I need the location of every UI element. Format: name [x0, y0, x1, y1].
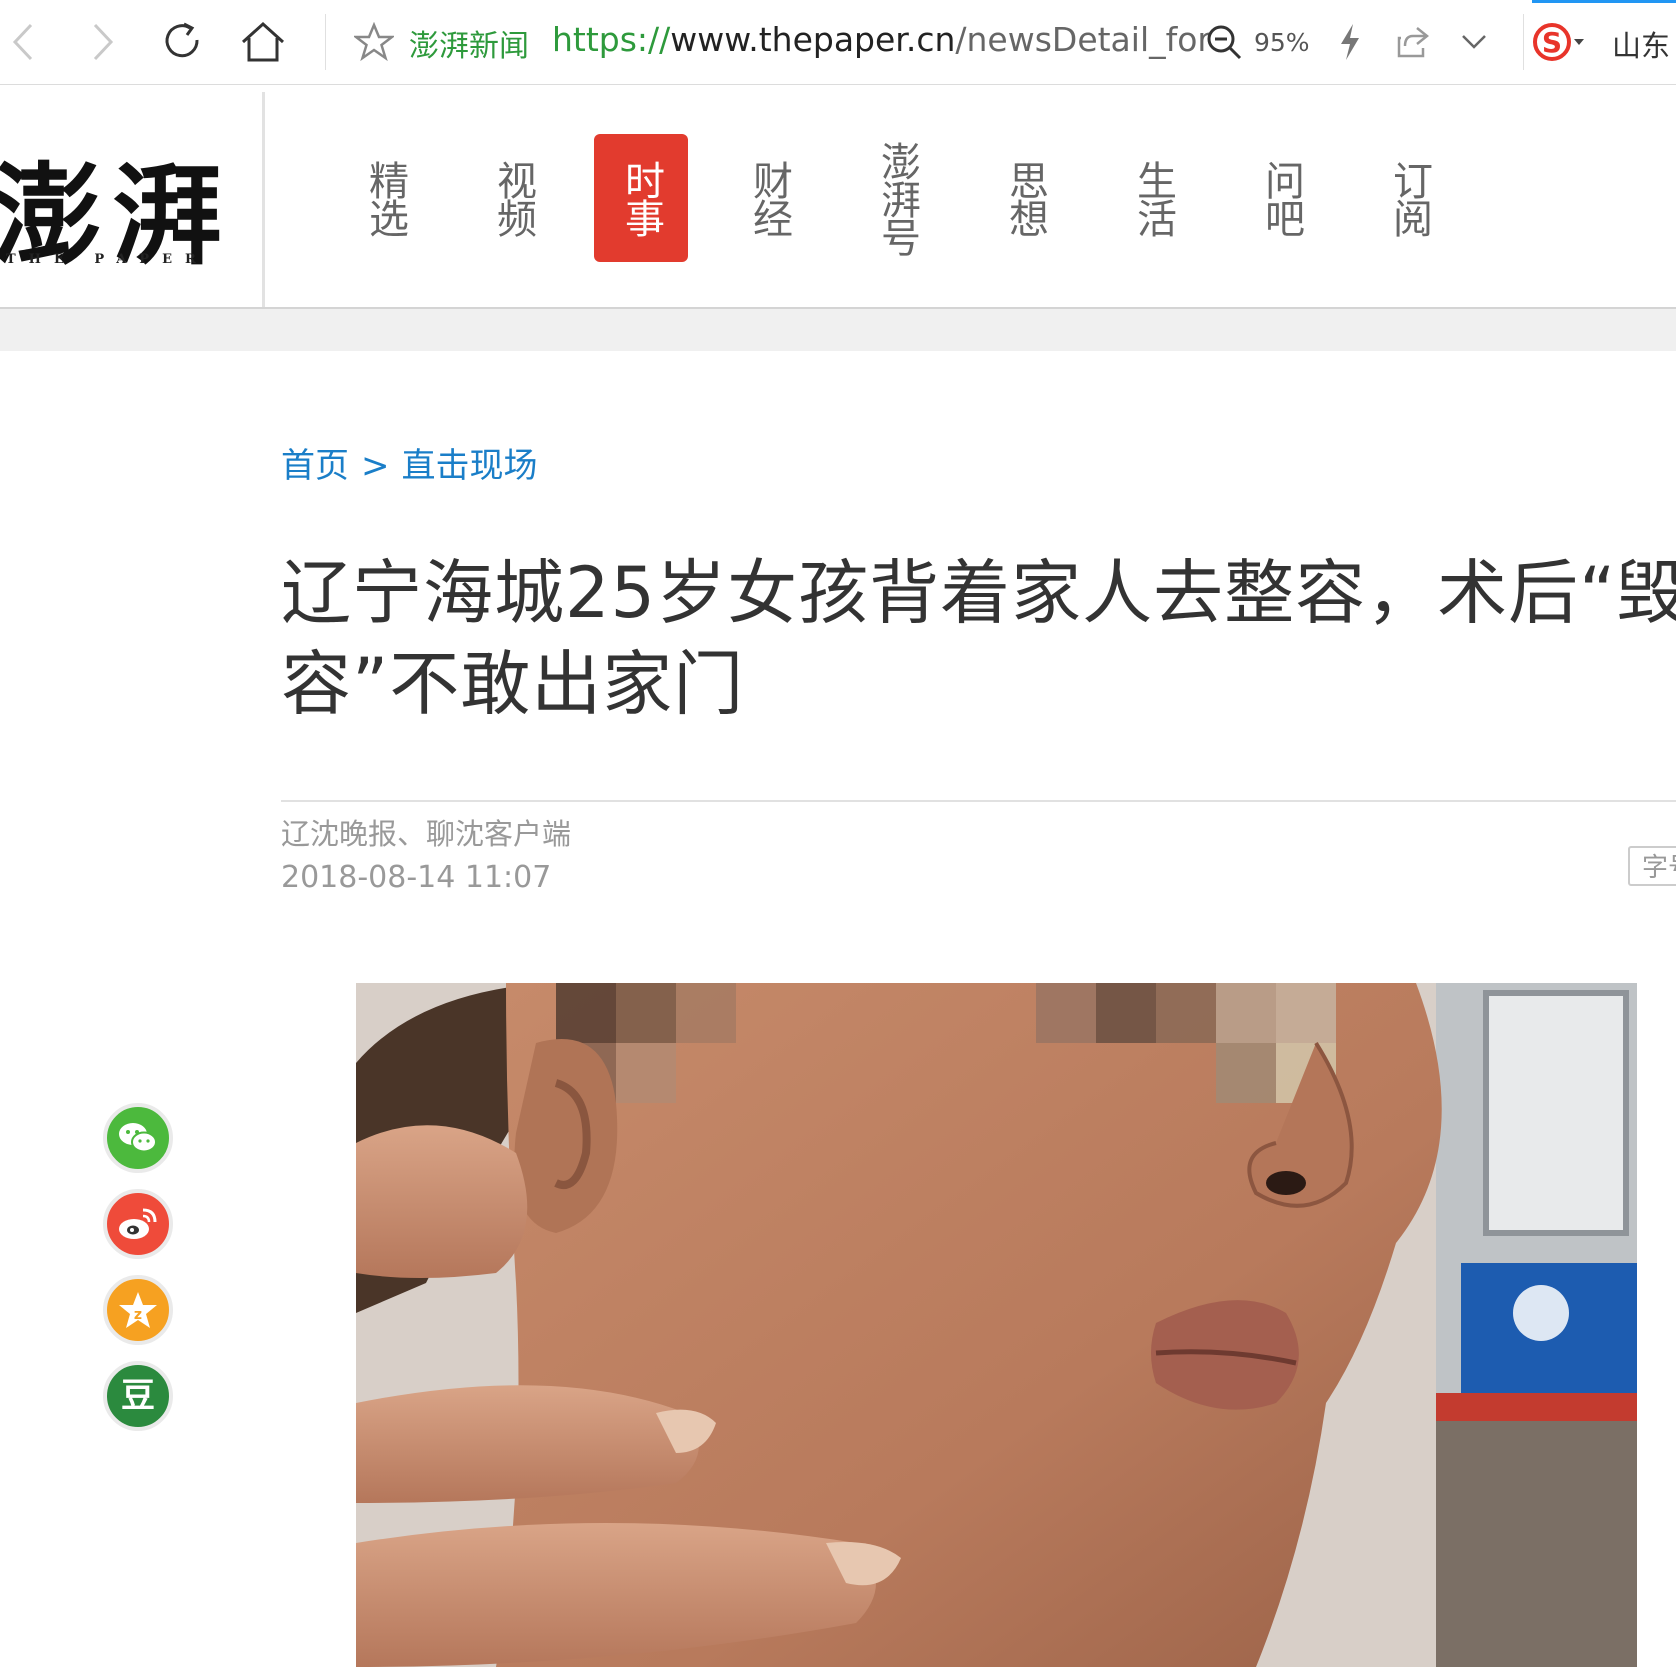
breadcrumb-section-link[interactable]: 直击现场 — [402, 446, 538, 486]
breadcrumb-separator: > — [361, 446, 390, 486]
douban-glyph: 豆 — [121, 1376, 155, 1416]
article-title: 辽宁海城25岁女孩背着家人去整容，术后“毁容”不敢出家门 — [281, 552, 1676, 725]
douban-icon[interactable]: 豆 — [103, 1361, 173, 1431]
nav-item-current-affairs[interactable]: 时事 — [594, 134, 688, 262]
address-site-name[interactable]: 澎湃新闻 — [409, 21, 529, 65]
title-divider — [281, 800, 1676, 802]
url-protocol: https:// — [552, 20, 671, 59]
nav-label: 订阅 — [1386, 160, 1432, 236]
svg-text:z: z — [134, 1307, 142, 1323]
nav-item-video[interactable]: 视频 — [466, 134, 560, 262]
nav-item-life[interactable]: 生活 — [1106, 134, 1200, 262]
url-host: www.thepaper.cn — [670, 20, 956, 59]
weibo-icon[interactable] — [103, 1189, 173, 1259]
breadcrumb-home-link[interactable]: 首页 — [281, 446, 349, 486]
nav-label: 视频 — [490, 160, 536, 236]
chevron-down-icon[interactable] — [1446, 14, 1502, 70]
nav-item-jingxuan[interactable]: 精选 — [338, 134, 432, 262]
qzone-icon[interactable]: z — [103, 1275, 173, 1345]
site-header: 澎湃 THE PAPER 精选 视频 时事 财经 澎湃号 思想 生活 问吧 订阅 — [0, 92, 1676, 309]
nav-item-thought[interactable]: 思想 — [978, 134, 1072, 262]
share-icon[interactable] — [1385, 14, 1441, 70]
back-icon[interactable] — [0, 14, 52, 70]
sogou-icon[interactable]: S — [1532, 14, 1588, 70]
nav-item-pengpai-hao[interactable]: 澎湃号 — [850, 134, 944, 262]
forward-icon[interactable] — [74, 14, 130, 70]
toolbar-separator — [325, 14, 326, 70]
nav-label: 时事 — [618, 160, 664, 236]
star-icon[interactable] — [346, 14, 402, 70]
nav-item-finance[interactable]: 财经 — [722, 134, 816, 262]
nav-label: 财经 — [746, 160, 792, 236]
nav-label: 生活 — [1130, 160, 1176, 236]
publish-time: 2018-08-14 11:07 — [281, 860, 552, 895]
browser-toolbar: 澎湃新闻 https://www.thepaper.cn/newsDetail_… — [0, 0, 1676, 85]
nav-label: 澎湃号 — [874, 141, 920, 255]
reload-icon[interactable] — [155, 14, 211, 70]
nav-label: 问吧 — [1258, 160, 1304, 236]
logo-tagline: THE PAPER — [6, 252, 209, 267]
wechat-icon[interactable] — [103, 1103, 173, 1173]
svg-text:S: S — [1542, 26, 1562, 59]
article-photo — [356, 983, 1637, 1667]
site-logo[interactable]: 澎湃 THE PAPER — [0, 92, 265, 307]
loading-indicator — [1532, 0, 1676, 3]
breadcrumb: 首页 > 直击现场 — [281, 438, 538, 487]
address-url[interactable]: https://www.thepaper.cn/newsDetail_for — [552, 20, 1211, 59]
article-source: 辽沈晚报、聊沈客户端 — [281, 817, 572, 851]
nav-item-wenba[interactable]: 问吧 — [1234, 134, 1328, 262]
toolbar-separator — [1523, 14, 1524, 70]
nav-label: 思想 — [1002, 160, 1048, 236]
location-text[interactable]: 山东 — [1612, 23, 1670, 65]
font-size-button[interactable]: 字号 — [1628, 846, 1676, 886]
nav-item-subscribe[interactable]: 订阅 — [1362, 134, 1456, 262]
header-divider — [0, 309, 1676, 351]
lightning-icon[interactable] — [1322, 14, 1378, 70]
zoom-level[interactable]: 95% — [1254, 28, 1310, 57]
zoom-out-icon[interactable] — [1196, 14, 1252, 70]
home-icon[interactable] — [235, 14, 291, 70]
url-path: /newsDetail_for — [955, 20, 1211, 59]
nav-label: 精选 — [362, 160, 408, 236]
